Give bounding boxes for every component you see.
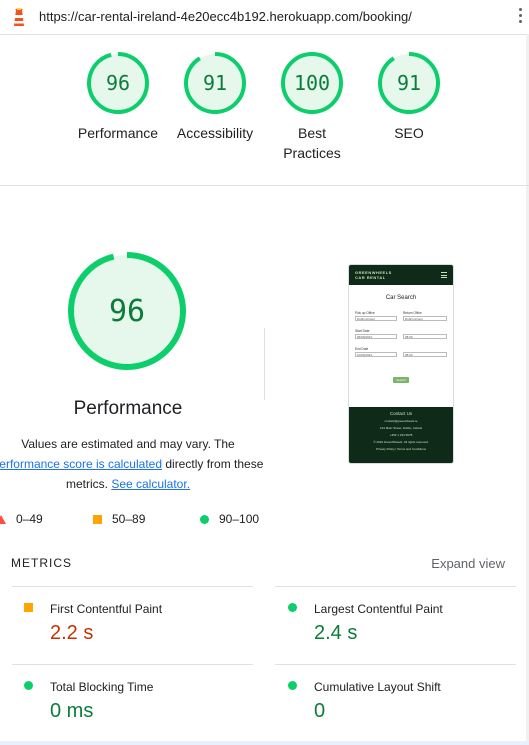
legend-fail: 0–49: [0, 512, 43, 526]
logo-subtext: CAR RENTAL: [355, 275, 386, 280]
screenshot-navbar: GREENWHEELS CAR RENTAL: [349, 265, 453, 285]
gauge-label: SEO: [394, 125, 424, 141]
start-time-field: 08:00: [403, 334, 447, 339]
footer-title: Contact Us: [389, 411, 413, 416]
footer-phone: +353 1 234 5678: [389, 433, 413, 437]
footer-email: contact@greenwheels.ie: [384, 419, 418, 423]
final-screenshot: GREENWHEELS CAR RENTAL Car Search Pick up…: [348, 264, 454, 464]
gauge-seo[interactable]: 91 SEO: [359, 51, 459, 143]
start-label: Start Date: [355, 329, 370, 333]
square-icon: [24, 603, 33, 612]
divider: [275, 586, 516, 587]
score-value: 96: [106, 71, 130, 95]
pickup-label: Pick up Office: [355, 311, 375, 315]
performance-title: Performance: [73, 398, 183, 419]
score-ring: 91: [378, 52, 440, 114]
see-calculator-link[interactable]: See calculator.: [111, 477, 190, 491]
end-date-field: 10/06/2024: [355, 352, 397, 357]
url-text[interactable]: https://car-rental-ireland-4e20ecc4b192.…: [39, 9, 412, 24]
score-value: 91: [203, 71, 227, 95]
gauge-label: Accessibility: [176, 125, 254, 141]
metric-name: Total Blocking Time: [50, 680, 154, 694]
circle-icon: [288, 603, 297, 612]
legend-label: 0–49: [16, 512, 43, 526]
metrics-header: METRICS: [11, 556, 72, 570]
expand-view-toggle[interactable]: Expand view: [431, 556, 505, 571]
circle-icon: [200, 515, 209, 525]
score-ring: 96: [87, 52, 149, 114]
score-calculated-link[interactable]: performance score is calculated: [0, 457, 162, 471]
start-date-field: 06/06/2024: [355, 334, 397, 339]
performance-gauge: 96: [66, 250, 188, 377]
triangle-icon: [0, 515, 6, 525]
note-text: Values are estimated and may vary. The: [21, 437, 235, 451]
gauge-performance[interactable]: 96 Performance: [68, 51, 168, 143]
score-ring: 100: [281, 52, 343, 114]
pickup-field: Dublin Airport: [355, 316, 397, 321]
screenshot-search-button: Search: [393, 377, 409, 383]
metric-name: First Contentful Paint: [50, 602, 163, 616]
circle-icon: [288, 681, 297, 690]
screenshot-footer: Contact Us contact@greenwheels.ie 123 Ma…: [349, 407, 453, 463]
footer-address: 123 Main Street, Dublin, Ireland: [379, 426, 423, 430]
divider: [12, 586, 253, 587]
metric-value: 2.4 s: [314, 622, 358, 644]
gauge-best-practices[interactable]: 100 Best Practices: [262, 51, 362, 163]
performance-note: Values are estimated and may vary. The p…: [0, 434, 264, 494]
gauge-label: Performance: [77, 125, 159, 141]
return-field: Dublin Airport: [403, 316, 447, 321]
screenshot-logo: GREENWHEELS CAR RENTAL: [355, 270, 392, 280]
bottom-border: [0, 741, 529, 745]
footer-links: Privacy Policy | Terms and Conditions: [375, 447, 427, 451]
performance-score: 96: [109, 294, 145, 329]
address-bar[interactable]: https://car-rental-ireland-4e20ecc4b192.…: [0, 0, 529, 35]
end-label: End Date: [355, 347, 369, 351]
hamburger-icon: [441, 272, 447, 280]
return-label: Return Office: [403, 311, 422, 315]
metric-value: 2.2 s: [50, 622, 94, 644]
more-menu-icon[interactable]: [519, 8, 523, 26]
metric-value: 0: [314, 700, 326, 722]
footer-copyright: © 2024 GreenWheels. All rights reserved.: [373, 440, 429, 444]
square-icon: [93, 515, 102, 525]
screenshot-form: Pick up Office Dublin Airport Return Off…: [349, 301, 453, 411]
legend-average: 50–89: [93, 512, 145, 526]
end-time-field: 08:00: [403, 352, 447, 357]
score-ring: 91: [184, 52, 246, 114]
lighthouse-icon: [10, 6, 28, 33]
legend-label: 50–89: [112, 512, 146, 526]
divider: [275, 664, 516, 665]
score-summary: 96 Performance 91 Accessibility 100 Best…: [0, 35, 529, 186]
metric-name: Cumulative Layout Shift: [314, 680, 441, 694]
score-value: 100: [294, 71, 330, 95]
metric-value: 0 ms: [50, 700, 94, 722]
metric-name: Largest Contentful Paint: [314, 602, 443, 616]
divider: [264, 328, 265, 400]
legend-pass: 90–100: [200, 512, 259, 526]
divider: [12, 664, 253, 665]
gauge-accessibility[interactable]: 91 Accessibility: [165, 51, 265, 143]
score-value: 91: [397, 71, 421, 95]
circle-icon: [24, 681, 33, 690]
gauge-label: Best Practices: [283, 125, 341, 161]
legend-label: 90–100: [219, 512, 260, 526]
